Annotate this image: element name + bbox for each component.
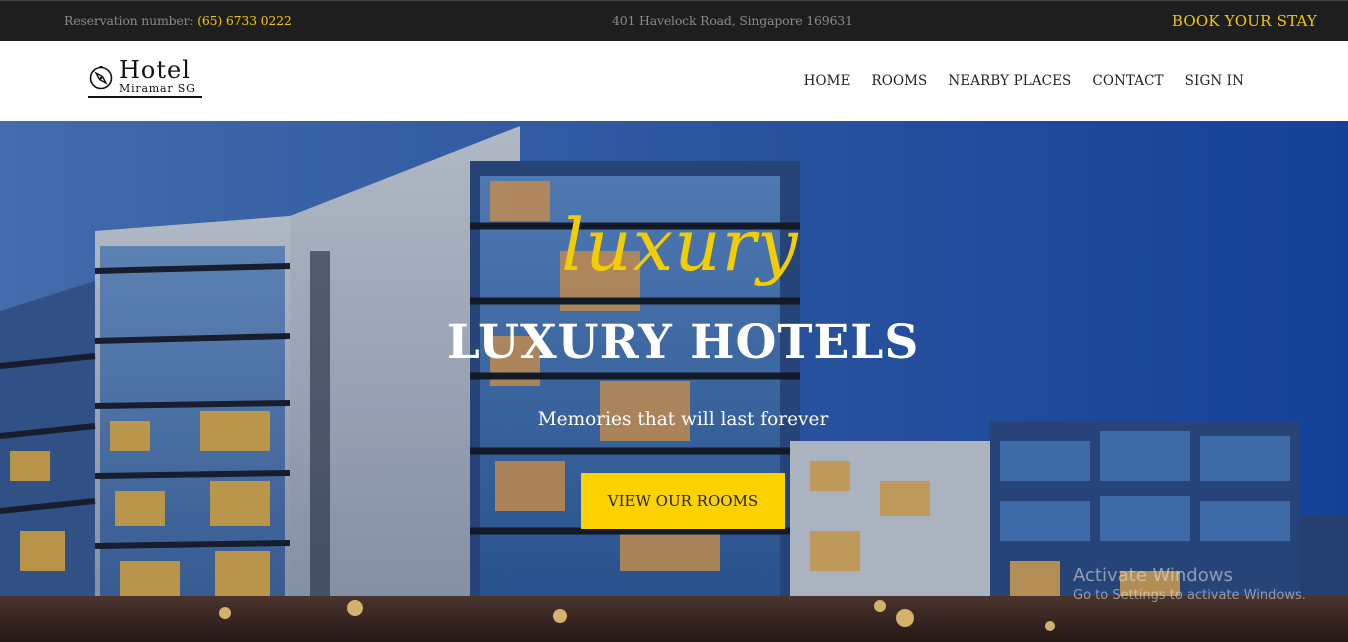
activate-windows-watermark: Activate Windows Go to Settings to activ…	[1073, 565, 1306, 603]
nav-menu: HOME ROOMS NEARBY PLACES CONTACT SIGN IN	[804, 73, 1244, 89]
logo-subtitle: Miramar SG	[119, 82, 196, 95]
hero-overlay	[0, 121, 1348, 642]
nav-contact[interactable]: CONTACT	[1092, 73, 1163, 89]
hero-headline: LUXURY HOTELS	[446, 315, 920, 370]
watermark-title: Activate Windows	[1073, 565, 1233, 586]
book-your-stay-link[interactable]: BOOK YOUR STAY	[1172, 12, 1317, 30]
nav-rooms[interactable]: ROOMS	[872, 73, 928, 89]
top-bar: Reservation number: (65) 6733 0222 401 H…	[0, 0, 1348, 41]
watermark-subtitle: Go to Settings to activate Windows.	[1073, 588, 1306, 603]
reservation-label: Reservation number:	[64, 13, 194, 28]
logo-title: Hotel	[119, 56, 191, 84]
main-navbar: Hotel Miramar SG HOME ROOMS NEARBY PLACE…	[0, 41, 1348, 121]
hero-script-text: luxury	[561, 203, 799, 287]
compass-icon	[89, 66, 113, 90]
reservation-info: Reservation number: (65) 6733 0222	[64, 13, 292, 28]
reservation-number[interactable]: (65) 6733 0222	[197, 13, 292, 28]
nav-sign-in[interactable]: SIGN IN	[1185, 73, 1244, 89]
nav-nearby-places[interactable]: NEARBY PLACES	[948, 73, 1071, 89]
hotel-logo[interactable]: Hotel Miramar SG	[88, 56, 204, 99]
view-our-rooms-button[interactable]: VIEW OUR ROOMS	[581, 473, 785, 529]
hero-tagline: Memories that will last forever	[537, 409, 829, 430]
hotel-address: 401 Havelock Road, Singapore 169631	[612, 13, 853, 28]
logo-underline	[88, 96, 202, 98]
nav-home[interactable]: HOME	[804, 73, 851, 89]
hero-section: luxury LUXURY HOTELS Memories that will …	[0, 121, 1348, 642]
